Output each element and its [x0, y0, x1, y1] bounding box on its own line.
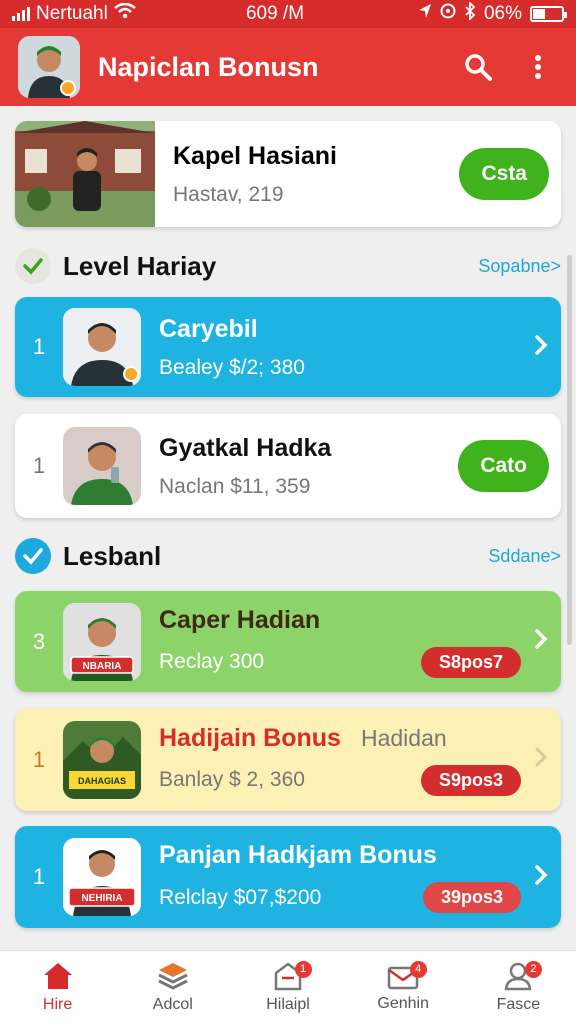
avatar-label: DAHAGIAS: [78, 776, 126, 786]
player-avatar: [63, 308, 141, 386]
featured-sub: Hastav, 219: [173, 182, 284, 206]
player-sub: Banlay $ 2, 360: [159, 768, 305, 791]
section-link[interactable]: Sopabne>: [478, 256, 561, 277]
wifi-icon: [114, 2, 136, 25]
rank-number: 1: [32, 334, 46, 359]
list-item[interactable]: 1 DAHAGIAS Hadijain Bonus Hadidan Banlay…: [15, 708, 561, 811]
rank-number: 1: [32, 453, 46, 478]
nav-item-profile[interactable]: 2 Fasce: [461, 951, 576, 1024]
home-icon: [42, 961, 74, 996]
chevron-right-icon[interactable]: [521, 862, 561, 893]
player-sub: Reclay 300: [159, 650, 265, 673]
player-avatar: NBARIA: [63, 602, 141, 681]
layers-icon: [157, 961, 189, 996]
featured-info: Kapel Hasiani Hastav, 219: [155, 142, 459, 207]
player-name: Panjan Hadkjam Bonus: [159, 841, 437, 869]
bonus-tag: S8pos7: [420, 646, 521, 678]
player-extra: Hadidan: [360, 724, 447, 751]
rank-number: 1: [32, 746, 46, 772]
check-icon: [15, 538, 51, 574]
nav-label: Hire: [42, 996, 73, 1013]
action-button[interactable]: Cato: [458, 440, 549, 492]
nav-item-messages[interactable]: 4 Genhin: [346, 951, 461, 1024]
nav-item-bookmark[interactable]: 1 Hilaipl: [230, 951, 345, 1024]
scrollbar[interactable]: [567, 255, 572, 645]
player-sub: Naclan $11, 359: [159, 474, 311, 498]
nav-label: Genhin: [377, 995, 429, 1012]
app-bar: Napiclan Bonusn: [0, 28, 576, 106]
list-item[interactable]: 1 Gyatkal Hadka Naclan $11, 359 Cato: [15, 414, 561, 518]
bluetooth-icon: [464, 0, 476, 26]
player-sub: Relclay $07,$200: [159, 885, 322, 909]
chevron-right-icon[interactable]: [521, 626, 561, 657]
bottom-nav: Hire Adcol 1 Hilaipl 4 Genhin 2 Fasce: [0, 950, 576, 1024]
status-bar: Nertuahl 609 /M 06%: [0, 0, 576, 28]
player-sub: Bealey $/2; 380: [159, 355, 305, 379]
signal-icon: [12, 7, 30, 21]
search-icon[interactable]: [458, 47, 498, 87]
avatar-label: NEHIRIA: [81, 893, 122, 904]
battery-icon: [530, 6, 567, 22]
nav-label: Fasce: [496, 996, 541, 1013]
section-header-lesbanl: Lesbanl Sddane>: [15, 534, 561, 578]
player-name: Caper Hadian: [159, 605, 321, 634]
nav-label: Hilaipl: [266, 996, 310, 1013]
featured-name: Kapel Hasiani: [173, 141, 337, 170]
section-header-level: Level Hariay Sopabne>: [15, 244, 561, 288]
nav-item-home[interactable]: Hire: [0, 951, 115, 1024]
battery-percent: 06%: [483, 3, 522, 24]
player-name: Gyatkal Hadka: [159, 433, 332, 462]
list-item[interactable]: 1 Caryebil Bealey $/2; 380: [15, 297, 561, 397]
more-options-icon[interactable]: [518, 47, 558, 87]
chevron-right-icon[interactable]: [521, 744, 561, 775]
notification-badge: 2: [524, 961, 542, 978]
rank-number: 1: [32, 864, 46, 889]
list-item[interactable]: 1 NEHIRIA Panjan Hadkjam Bonus Relclay $…: [15, 826, 561, 928]
rank-number: 3: [32, 628, 46, 654]
app-title: Napiclan Bonusn: [98, 51, 319, 82]
bonus-tag: S9pos3: [420, 764, 521, 796]
featured-action-button[interactable]: Csta: [459, 148, 549, 200]
player-name: Hadijain Bonus: [159, 723, 341, 752]
featured-image: [15, 121, 155, 227]
carrier-name: Nertuahl: [36, 3, 108, 24]
section-title: Level Hariay: [63, 250, 217, 281]
notification-badge: 4: [409, 961, 427, 978]
status-time: 609 /M: [245, 3, 305, 24]
player-avatar: [63, 427, 141, 505]
nav-label: Adcol: [152, 996, 193, 1013]
list-item[interactable]: 3 NBARIA Caper Hadian Reclay 300 S8pos7: [15, 591, 561, 692]
featured-card[interactable]: Kapel Hasiani Hastav, 219 Csta: [15, 121, 561, 227]
nav-item-layers[interactable]: Adcol: [115, 951, 230, 1024]
notification-badge: 1: [294, 961, 312, 978]
bonus-tag: 39pos3: [422, 882, 521, 913]
location-icon: [418, 3, 432, 25]
chevron-right-icon[interactable]: [521, 332, 561, 363]
check-icon: [15, 248, 51, 284]
alarm-icon: [440, 3, 456, 25]
player-avatar: NEHIRIA: [63, 838, 141, 916]
section-link[interactable]: Sddane>: [488, 546, 561, 567]
user-avatar[interactable]: [18, 36, 80, 98]
section-title: Lesbanl: [63, 540, 162, 571]
avatar-label: NBARIA: [83, 661, 122, 672]
player-name: Caryebil: [159, 314, 258, 343]
player-avatar: DAHAGIAS: [63, 720, 141, 799]
